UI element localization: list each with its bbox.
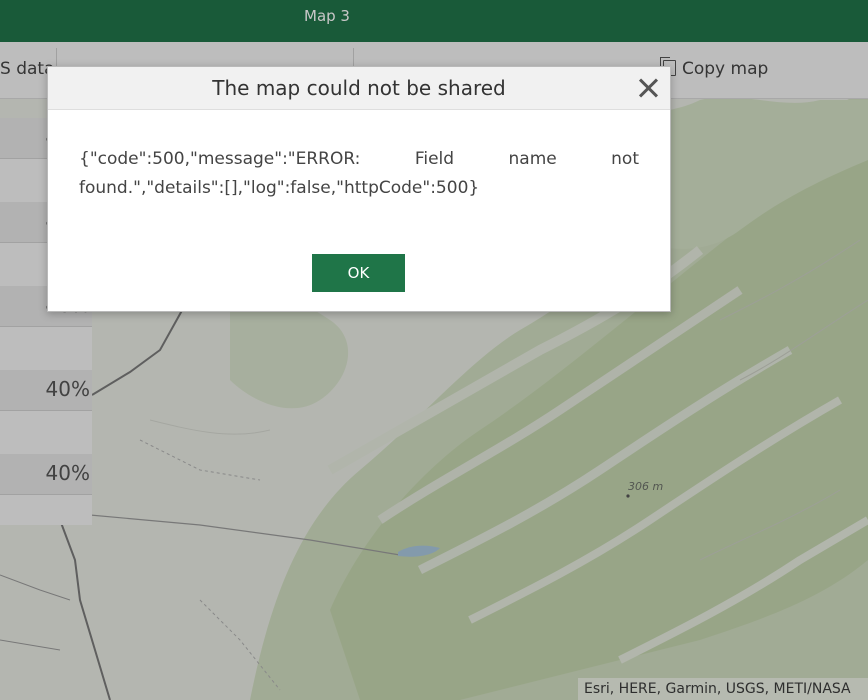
dialog-message: {"code":500,"message":"ERROR: Field name… — [79, 149, 639, 198]
error-dialog: The map could not be shared {"code":500,… — [47, 66, 671, 312]
dialog-title: The map could not be shared — [212, 76, 506, 100]
ok-button[interactable]: OK — [312, 254, 405, 292]
dialog-header: The map could not be shared — [48, 67, 670, 110]
close-icon[interactable] — [636, 76, 660, 100]
